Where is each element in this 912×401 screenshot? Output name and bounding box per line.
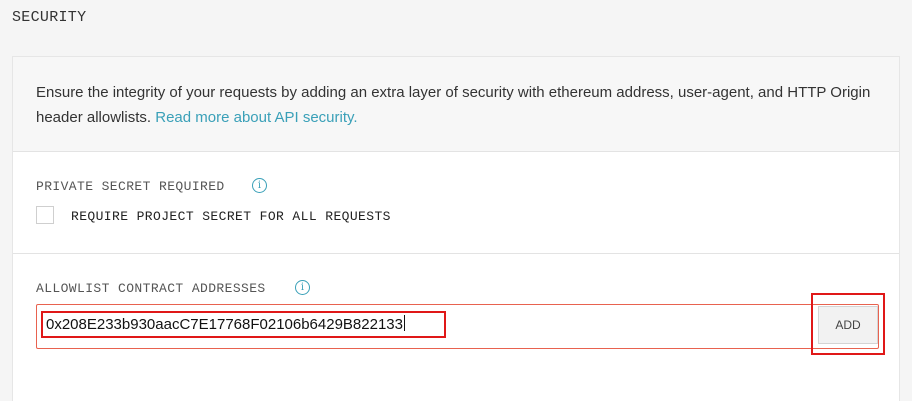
allowlist-contract-section: ALLOWLIST CONTRACT ADDRESSES i 0x208E233…	[13, 253, 899, 393]
allowlist-contract-label: ALLOWLIST CONTRACT ADDRESSES	[36, 281, 266, 296]
add-address-button[interactable]: ADD	[818, 306, 878, 344]
contract-address-input[interactable]: 0x208E233b930aacC7E17768F02106b6429B8221…	[41, 311, 446, 338]
private-secret-label: PRIVATE SECRET REQUIRED	[36, 179, 225, 194]
contract-address-value: 0x208E233b930aacC7E17768F02106b6429B8221…	[46, 316, 403, 333]
require-secret-checkbox[interactable]	[36, 206, 54, 224]
add-button-highlight: ADD	[811, 293, 885, 355]
security-settings-page: SECURITY Ensure the integrity of your re…	[0, 0, 912, 401]
section-title: SECURITY	[12, 9, 87, 26]
security-card: Ensure the integrity of your requests by…	[12, 56, 900, 401]
contract-address-field[interactable]: 0x208E233b930aacC7E17768F02106b6429B8221…	[36, 304, 879, 349]
private-secret-section: PRIVATE SECRET REQUIRED i REQUIRE PROJEC…	[13, 151, 899, 253]
info-icon[interactable]: i	[252, 178, 267, 193]
api-security-link[interactable]: Read more about API security.	[155, 109, 357, 126]
require-secret-checkbox-label[interactable]: REQUIRE PROJECT SECRET FOR ALL REQUESTS	[71, 209, 391, 224]
text-caret	[404, 315, 405, 331]
security-intro: Ensure the integrity of your requests by…	[13, 57, 899, 151]
info-icon[interactable]: i	[295, 280, 310, 295]
